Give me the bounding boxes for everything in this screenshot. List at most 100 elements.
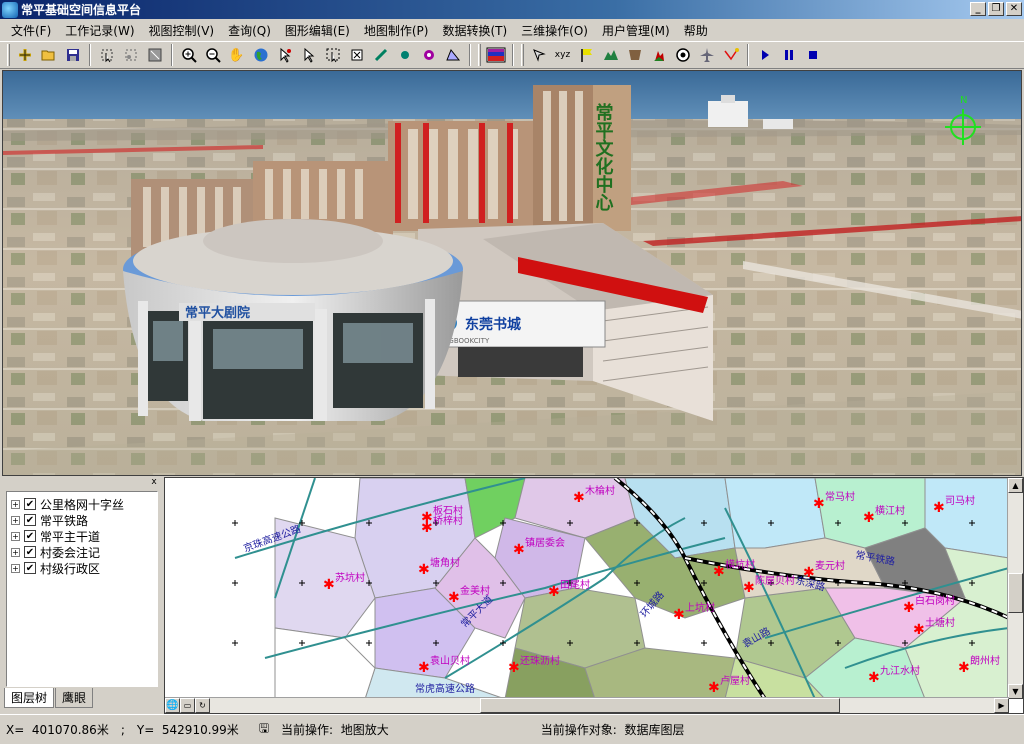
village-label: 九江水村 (880, 664, 920, 677)
village-marker-icon: ✱ (448, 590, 460, 606)
tab-eagle-eye[interactable]: 鹰眼 (55, 688, 94, 708)
layer-checkbox[interactable]: ✔ (24, 498, 36, 510)
map-canvas[interactable]: ✱✱✱✱ ✱ ✱✱✱✱✱ ✱✱✱✱✱✱ ✱✱✱✱✱✱ 桥梓村板石村镇居委会木棆村常马村司… (165, 478, 1010, 701)
3d-scene-canvas[interactable]: N 常平文化中心 东莞书城 DGBOOKCITY 常平大剧院 (3, 71, 1022, 476)
3d-scene-view[interactable]: N 常平文化中心 东莞书城 DGBOOKCITY 常平大剧院 (2, 70, 1022, 476)
select-rect-icon[interactable] (321, 44, 344, 67)
pause-icon[interactable] (777, 44, 800, 67)
expand-icon[interactable]: + (11, 515, 20, 525)
menu-graphic-edit[interactable]: 图形编辑(E) (278, 20, 357, 41)
menu-help[interactable]: 帮助 (677, 20, 715, 41)
restore-button[interactable]: ❐ (988, 2, 1004, 16)
close-button[interactable]: ✕ (1006, 2, 1022, 16)
add-layer-icon[interactable] (13, 44, 36, 67)
expand-icon[interactable]: + (11, 547, 20, 557)
terrain-icon[interactable] (599, 44, 622, 67)
edit-node-icon[interactable] (369, 44, 392, 67)
map-view[interactable]: ✱ ✱ ✱ ✱ ✱ ✱ ✱ ✱ ✱ ✱ ✱ ✱ ✱ ✱ ✱ ✱ ✱ ✱ ✱ ✱ ✱ ✱ 桥梓村 板石村 镇居委会 木棆村 常马村司… (164, 477, 1024, 714)
add-point-icon[interactable] (393, 44, 416, 67)
bookstore-sign: 东莞书城 (465, 316, 521, 333)
select-tool-icon[interactable] (95, 44, 118, 67)
globe-icon[interactable] (249, 44, 272, 67)
layer-row[interactable]: + ✔ 公里格网十字丝 (7, 496, 157, 512)
layer-row[interactable]: + ✔ 村委会注记 (7, 544, 157, 560)
layer-checkbox[interactable]: ✔ (24, 514, 36, 526)
zoom-in-icon[interactable] (177, 44, 200, 67)
menu-file[interactable]: 文件(F) (4, 20, 58, 41)
menu-data-convert[interactable]: 数据转换(T) (435, 20, 514, 41)
village-marker-icon: ✱ (421, 510, 433, 526)
village-label: 白石岗村 (915, 594, 955, 607)
pan-hand-icon[interactable]: ✋ (225, 44, 248, 67)
map-vertical-scrollbar[interactable]: ▲ ▼ (1007, 478, 1023, 699)
map-globe-icon[interactable]: 🌐 (165, 698, 180, 713)
menu-view-control[interactable]: 视图控制(V) (142, 20, 222, 41)
measure-icon[interactable] (345, 44, 368, 67)
play-icon[interactable] (753, 44, 776, 67)
menu-user-manage[interactable]: 用户管理(M) (595, 20, 677, 41)
layer-panel: x + ✔ 公里格网十字丝 + ✔ 常平铁路 + ✔ 常平主干道 + ✔ 村委会… (0, 477, 162, 714)
layer-label: 村委会注记 (40, 545, 101, 560)
menu-work-record[interactable]: 工作记录(W) (58, 20, 141, 41)
layer-tree[interactable]: + ✔ 公里格网十字丝 + ✔ 常平铁路 + ✔ 常平主干道 + ✔ 村委会注记… (6, 491, 158, 687)
layer-row[interactable]: + ✔ 常平铁路 (7, 512, 157, 528)
tab-layer-tree[interactable]: 图层树 (4, 688, 55, 708)
village-marker-icon: ✱ (913, 622, 925, 638)
village-marker-icon: ✱ (508, 660, 520, 676)
bookmark-icon[interactable] (623, 44, 646, 67)
grand-theater-building[interactable]: 常平大剧院 (123, 219, 463, 421)
map-horizontal-scrollbar[interactable]: 🌐 ▭ ↻ ▶ (165, 697, 1009, 713)
legend-color-icon[interactable] (484, 44, 507, 67)
scroll-right-icon[interactable]: ▶ (994, 698, 1009, 713)
zoom-out-icon[interactable] (201, 44, 224, 67)
stop-icon[interactable] (801, 44, 824, 67)
grand-theater-sign: 常平大剧院 (185, 305, 250, 321)
layer-label: 公里格网十字丝 (40, 497, 125, 512)
layer-row[interactable]: + ✔ 常平主干道 (7, 528, 157, 544)
expand-icon[interactable]: + (11, 499, 20, 509)
y-coordinate: Y= 542910.99米 (136, 723, 239, 737)
map-horizontal-thumb[interactable] (480, 698, 840, 713)
minimize-button[interactable]: _ (970, 2, 986, 16)
fire-icon[interactable] (647, 44, 670, 67)
layer-row[interactable]: + ✔ 村级行政区 (7, 560, 157, 576)
menu-3d-ops[interactable]: 三维操作(O) (514, 20, 595, 41)
flag-icon[interactable] (575, 44, 598, 67)
scroll-down-icon[interactable]: ▼ (1008, 684, 1023, 699)
add-vertex-icon[interactable] (417, 44, 440, 67)
village-marker-icon: ✱ (573, 490, 585, 506)
village-marker-icon: ✱ (418, 562, 430, 578)
layer-checkbox[interactable]: ✔ (24, 562, 36, 574)
map-refresh-icon[interactable]: ↻ (195, 698, 210, 713)
toolbar-grip[interactable] (7, 44, 10, 66)
target-icon[interactable] (671, 44, 694, 67)
menu-map-make[interactable]: 地图制作(P) (357, 20, 436, 41)
current-target: 当前操作对象: 数据库图层 (540, 723, 685, 737)
select-box-icon[interactable] (119, 44, 142, 67)
fly-icon[interactable] (527, 44, 550, 67)
open-folder-icon[interactable] (37, 44, 60, 67)
village-label: 陈屋贝村 (755, 574, 795, 587)
select-arrow-icon[interactable] (297, 44, 320, 67)
xyz-coordinate-icon[interactable]: xyz (551, 44, 574, 67)
identify-icon[interactable] (273, 44, 296, 67)
layer-checkbox[interactable]: ✔ (24, 546, 36, 558)
app-icon (2, 1, 18, 18)
x-coordinate: X= 401070.86米 (6, 723, 109, 737)
save-icon[interactable] (61, 44, 84, 67)
path-icon[interactable] (719, 44, 742, 67)
map-vertical-thumb[interactable] (1008, 573, 1023, 613)
polygon-icon[interactable] (441, 44, 464, 67)
map-page-icon[interactable]: ▭ (180, 698, 195, 713)
village-marker-icon: ✱ (903, 600, 915, 616)
clear-selection-icon[interactable] (143, 44, 166, 67)
airplane-icon[interactable] (695, 44, 718, 67)
expand-icon[interactable]: + (11, 531, 20, 541)
layer-panel-close-button[interactable]: x (149, 478, 159, 488)
coord-separator: ; (120, 722, 125, 737)
layer-label: 常平主干道 (40, 529, 101, 544)
expand-icon[interactable]: + (11, 563, 20, 573)
scroll-up-icon[interactable]: ▲ (1008, 478, 1023, 493)
layer-checkbox[interactable]: ✔ (24, 530, 36, 542)
menu-query[interactable]: 查询(Q) (221, 20, 278, 41)
